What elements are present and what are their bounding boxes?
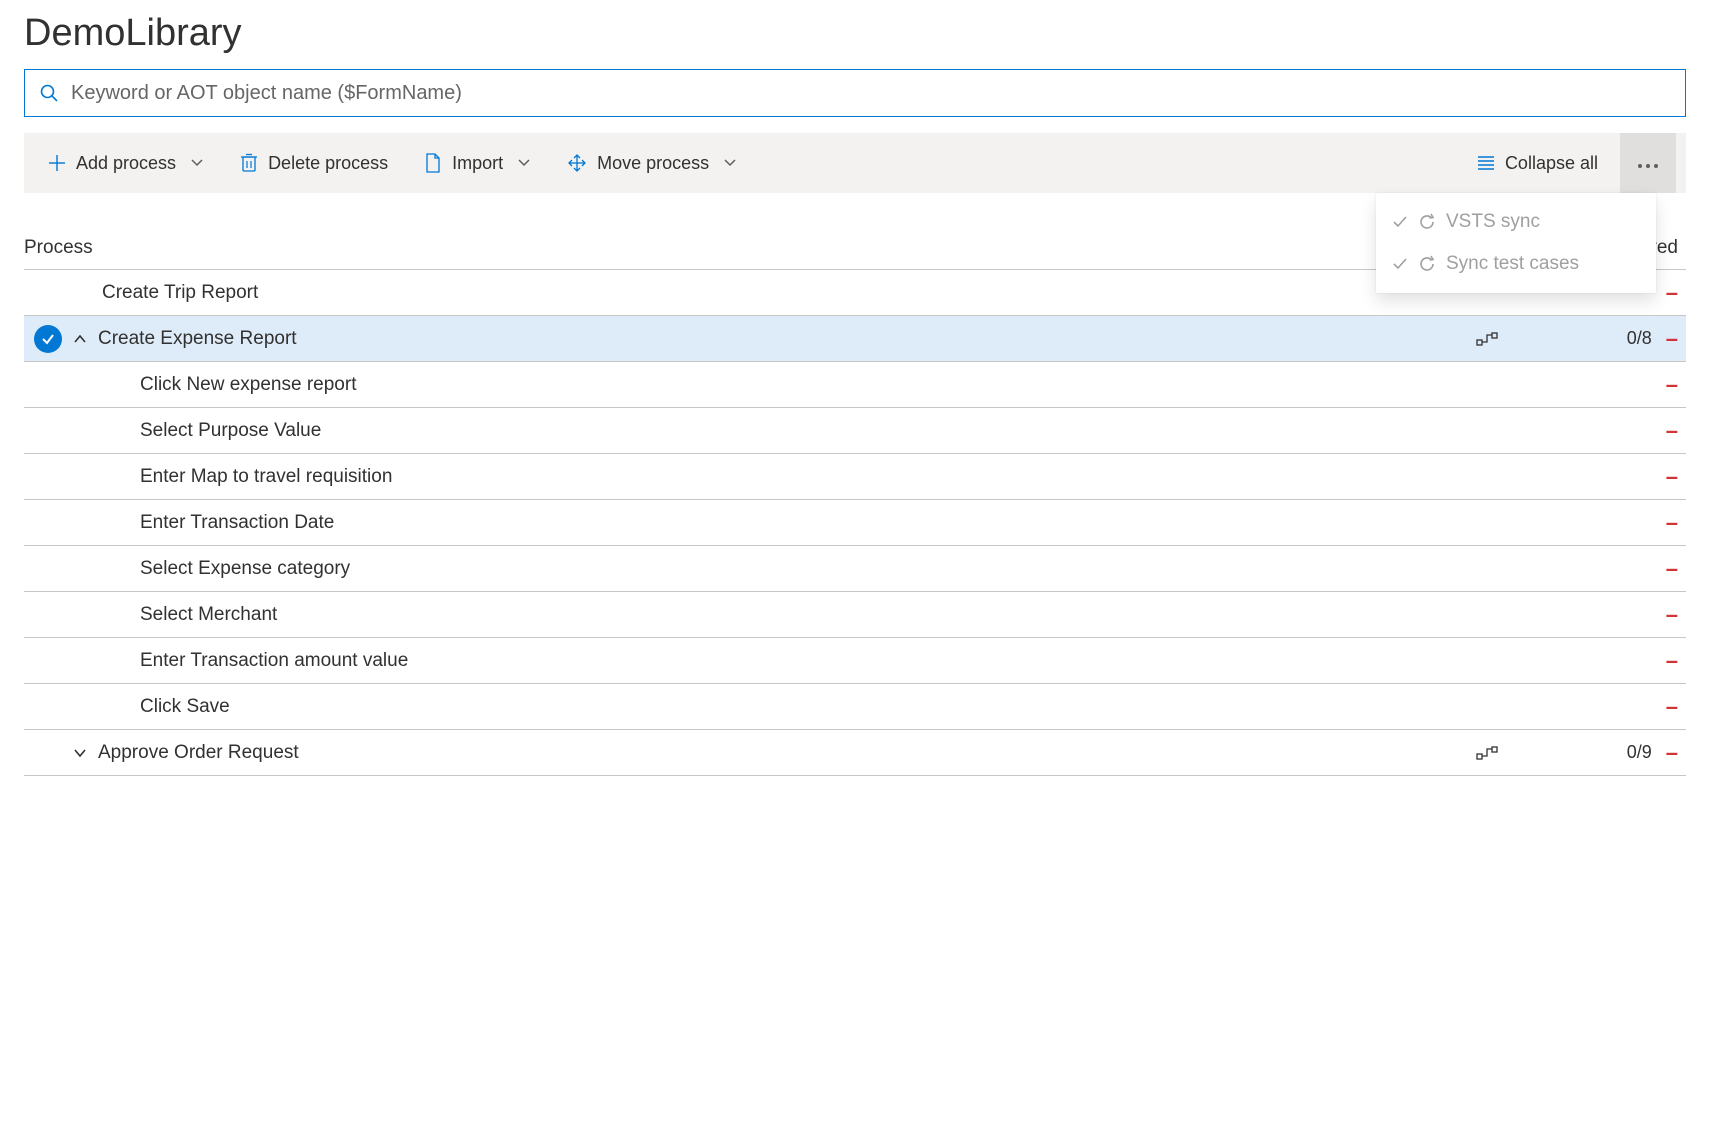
status-indicator: – [1666, 648, 1678, 674]
row-label: Click New expense report [140, 374, 356, 396]
row-label: Enter Transaction Date [140, 512, 334, 534]
table-row[interactable]: Enter Map to travel requisition – [24, 454, 1686, 500]
move-process-button[interactable]: Move process [553, 133, 751, 193]
delete-process-button[interactable]: Delete process [226, 133, 402, 193]
import-button[interactable]: Import [410, 133, 545, 193]
table-row[interactable]: Enter Transaction Date – [24, 500, 1686, 546]
chevron-down-icon[interactable] [72, 745, 88, 761]
table-row[interactable]: Select Merchant – [24, 592, 1686, 638]
table-row[interactable]: Approve Order Request 0/9 – [24, 730, 1686, 776]
delete-process-label: Delete process [268, 153, 388, 174]
add-process-button[interactable]: Add process [34, 133, 218, 193]
table-row[interactable]: Select Purpose Value – [24, 408, 1686, 454]
row-label: Enter Transaction amount value [140, 650, 408, 672]
table-row[interactable]: Create Expense Report 0/8 – [24, 316, 1686, 362]
table-row[interactable]: Click Save – [24, 684, 1686, 730]
count-label: 0/8 [1627, 328, 1652, 349]
status-indicator: – [1666, 280, 1678, 306]
check-icon [1392, 256, 1408, 272]
row-label: Select Expense category [140, 558, 350, 580]
status-indicator: – [1666, 326, 1678, 352]
vsts-sync-item[interactable]: VSTS sync [1376, 201, 1656, 243]
flow-icon[interactable] [1476, 745, 1576, 761]
row-label: Create Expense Report [98, 328, 297, 350]
table-row[interactable]: Select Expense category – [24, 546, 1686, 592]
import-label: Import [452, 153, 503, 174]
add-process-label: Add process [76, 153, 176, 174]
move-icon [567, 153, 587, 173]
status-indicator: – [1666, 556, 1678, 582]
chevron-down-icon [190, 156, 204, 170]
sync-test-cases-label: Sync test cases [1446, 253, 1579, 275]
row-label: Select Merchant [140, 604, 277, 626]
row-label: Approve Order Request [98, 742, 299, 764]
row-label: Enter Map to travel requisition [140, 466, 392, 488]
row-label: Create Trip Report [102, 282, 258, 304]
search-input[interactable] [69, 81, 1671, 106]
list-icon [1477, 154, 1495, 172]
status-indicator: – [1666, 510, 1678, 536]
table-row[interactable]: Enter Transaction amount value – [24, 638, 1686, 684]
status-indicator: – [1666, 372, 1678, 398]
status-indicator: – [1666, 464, 1678, 490]
status-indicator: – [1666, 694, 1678, 720]
status-indicator: – [1666, 602, 1678, 628]
refresh-icon [1418, 213, 1436, 231]
plus-icon [48, 154, 66, 172]
status-indicator: – [1666, 418, 1678, 444]
toolbar: Add process Delete process Import Move p… [24, 133, 1686, 193]
page-title: DemoLibrary [24, 12, 1686, 55]
search-box[interactable] [24, 69, 1686, 117]
more-dropdown: VSTS sync Sync test cases [1376, 193, 1656, 293]
move-process-label: Move process [597, 153, 709, 174]
collapse-all-button[interactable]: Collapse all [1463, 133, 1612, 193]
status-indicator: – [1666, 740, 1678, 766]
vsts-sync-label: VSTS sync [1446, 211, 1540, 233]
process-table: Process ved Create Trip Report – Create … [24, 233, 1686, 776]
collapse-all-label: Collapse all [1505, 153, 1598, 174]
chevron-down-icon [517, 156, 531, 170]
column-process[interactable]: Process [24, 237, 1476, 259]
table-row[interactable]: Click New expense report – [24, 362, 1686, 408]
search-icon [39, 83, 59, 103]
count-label: 0/9 [1627, 742, 1652, 763]
refresh-icon [1418, 255, 1436, 273]
row-label: Select Purpose Value [140, 420, 321, 442]
sync-test-cases-item[interactable]: Sync test cases [1376, 243, 1656, 285]
flow-icon[interactable] [1476, 331, 1576, 347]
ellipsis-icon [1637, 153, 1659, 174]
chevron-up-icon[interactable] [72, 331, 88, 347]
row-label: Click Save [140, 696, 230, 718]
chevron-down-icon [723, 156, 737, 170]
check-icon [1392, 214, 1408, 230]
selected-check-icon [34, 325, 62, 353]
more-button[interactable] [1620, 133, 1676, 193]
trash-icon [240, 153, 258, 173]
file-import-icon [424, 153, 442, 173]
